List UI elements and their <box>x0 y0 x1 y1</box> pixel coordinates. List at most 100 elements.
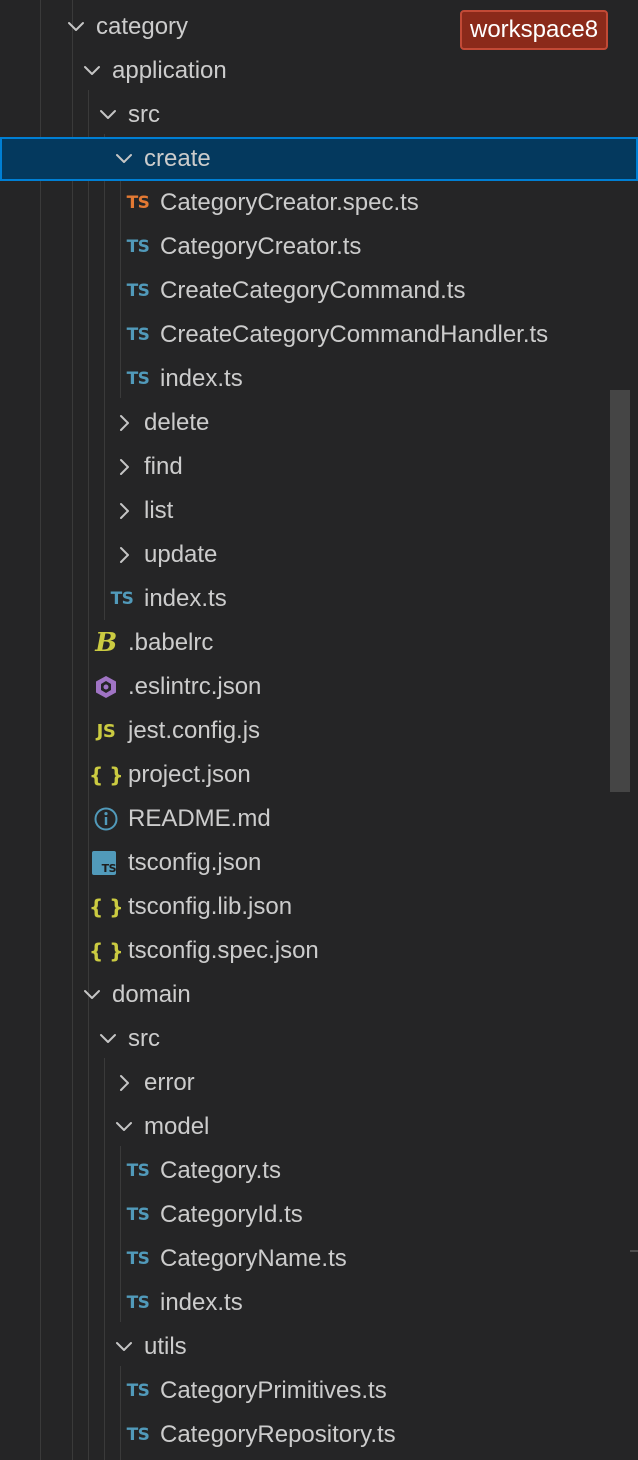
file-row[interactable]: TS CategoryCreator.spec.ts <box>0 181 638 225</box>
folder-row[interactable]: find <box>0 445 638 489</box>
chevron-down-icon[interactable] <box>64 15 88 39</box>
file-name: CreateCategoryCommand.ts <box>160 277 466 304</box>
folder-row[interactable]: src <box>0 1017 638 1061</box>
file-row[interactable]: TS CreateCategoryCommand.ts <box>0 269 638 313</box>
eslint-icon <box>92 673 120 701</box>
folder-name: utils <box>144 1333 187 1360</box>
file-name: CategoryRepository.ts <box>160 1421 396 1448</box>
vertical-scrollbar-thumb[interactable] <box>610 390 630 792</box>
typescript-icon: TS <box>126 369 150 389</box>
typescript-icon: TS <box>126 325 150 345</box>
chevron-down-icon[interactable] <box>96 103 120 127</box>
file-row[interactable]: { } tsconfig.spec.json <box>0 929 638 973</box>
file-row[interactable]: TS CategoryPrimitives.ts <box>0 1369 638 1413</box>
folder-row[interactable]: error <box>0 1061 638 1105</box>
info-icon <box>92 805 120 833</box>
folder-name: src <box>128 101 160 128</box>
file-name: index.ts <box>160 1289 243 1316</box>
file-name: CreateCategoryCommandHandler.ts <box>160 321 549 348</box>
file-row[interactable]: B .babelrc <box>0 621 638 665</box>
file-row[interactable]: TS index.ts <box>0 357 638 401</box>
babel-icon: B <box>95 628 117 658</box>
file-row[interactable]: .eslintrc.json <box>0 665 638 709</box>
chevron-down-icon[interactable] <box>96 1027 120 1051</box>
json-icon: { } <box>89 939 123 963</box>
folder-row[interactable]: domain <box>0 973 638 1017</box>
typescript-icon: TS <box>126 1381 150 1401</box>
chevron-right-icon[interactable] <box>112 455 136 479</box>
folder-row[interactable]: model <box>0 1105 638 1149</box>
file-name: CategoryId.ts <box>160 1201 303 1228</box>
folder-row[interactable]: utils <box>0 1325 638 1369</box>
file-name: tsconfig.spec.json <box>128 937 319 964</box>
file-row[interactable]: TS index.ts <box>0 1281 638 1325</box>
ts-spec-icon: TS <box>126 193 150 213</box>
file-name: Category.ts <box>160 1157 281 1184</box>
file-name: index.ts <box>160 365 243 392</box>
file-name: index.ts <box>144 585 227 612</box>
file-row[interactable]: TS Category.ts <box>0 1149 638 1193</box>
file-name: tsconfig.lib.json <box>128 893 293 920</box>
folder-name: create <box>144 145 211 172</box>
folder-name: list <box>144 497 174 524</box>
folder-row[interactable]: update <box>0 533 638 577</box>
chevron-down-icon[interactable] <box>112 147 136 171</box>
typescript-icon: TS <box>110 589 134 609</box>
file-row[interactable]: TS CategoryRepository.ts <box>0 1413 638 1457</box>
file-name: tsconfig.json <box>128 849 262 876</box>
folder-row[interactable]: delete <box>0 401 638 445</box>
file-row[interactable]: TS index.ts <box>0 577 638 621</box>
file-name: jest.config.js <box>128 717 261 744</box>
typescript-icon: TS <box>126 1425 150 1445</box>
file-name: CategoryCreator.ts <box>160 233 362 260</box>
file-name: README.md <box>128 805 271 832</box>
folder-name: category <box>96 13 189 40</box>
file-row[interactable]: { } tsconfig.lib.json <box>0 885 638 929</box>
chevron-right-icon[interactable] <box>112 543 136 567</box>
file-explorer-tree: category application src create TS CategoryCr… <box>0 0 638 1460</box>
folder-name: find <box>144 453 183 480</box>
chevron-right-icon[interactable] <box>112 411 136 435</box>
folder-name: application <box>112 57 227 84</box>
javascript-icon: JS <box>96 720 116 742</box>
chevron-down-icon[interactable] <box>112 1335 136 1359</box>
chevron-right-icon[interactable] <box>112 1071 136 1095</box>
folder-row[interactable]: create <box>0 137 638 181</box>
file-row[interactable]: TS CreateCategoryCommandHandler.ts <box>0 313 638 357</box>
typescript-icon: TS <box>126 1205 150 1225</box>
folder-name: update <box>144 541 218 568</box>
file-row[interactable]: TS CategoryId.ts <box>0 1193 638 1237</box>
typescript-icon: TS <box>126 1249 150 1269</box>
folder-name: src <box>128 1025 160 1052</box>
folder-name: domain <box>112 981 191 1008</box>
file-name: CategoryName.ts <box>160 1245 347 1272</box>
file-name: CategoryPrimitives.ts <box>160 1377 387 1404</box>
json-icon: { } <box>89 895 123 919</box>
folder-row[interactable]: list <box>0 489 638 533</box>
file-name: .eslintrc.json <box>128 673 262 700</box>
folder-name: model <box>144 1113 210 1140</box>
file-name: .babelrc <box>128 629 214 656</box>
scrollbar-marker <box>630 1250 638 1252</box>
chevron-down-icon[interactable] <box>80 59 104 83</box>
typescript-icon: TS <box>126 281 150 301</box>
typescript-icon: TS <box>126 237 150 257</box>
file-row[interactable]: { } project.json <box>0 753 638 797</box>
file-row[interactable]: TS tsconfig.json <box>0 841 638 885</box>
file-row[interactable]: TS CategoryCreator.ts <box>0 225 638 269</box>
file-row[interactable]: README.md <box>0 797 638 841</box>
file-name: project.json <box>128 761 251 788</box>
file-row[interactable]: JS jest.config.js <box>0 709 638 753</box>
typescript-icon: TS <box>126 1293 150 1313</box>
folder-row[interactable]: application <box>0 49 638 93</box>
file-row[interactable]: TS CategoryName.ts <box>0 1237 638 1281</box>
folder-name: delete <box>144 409 210 436</box>
folder-row[interactable]: src <box>0 93 638 137</box>
chevron-right-icon[interactable] <box>112 499 136 523</box>
workspace-badge: workspace8 <box>460 10 609 50</box>
chevron-down-icon[interactable] <box>80 983 104 1007</box>
file-name: CategoryCreator.spec.ts <box>160 189 419 216</box>
folder-name: error <box>144 1069 195 1096</box>
chevron-down-icon[interactable] <box>112 1115 136 1139</box>
tsconfig-icon: TS <box>92 851 117 875</box>
